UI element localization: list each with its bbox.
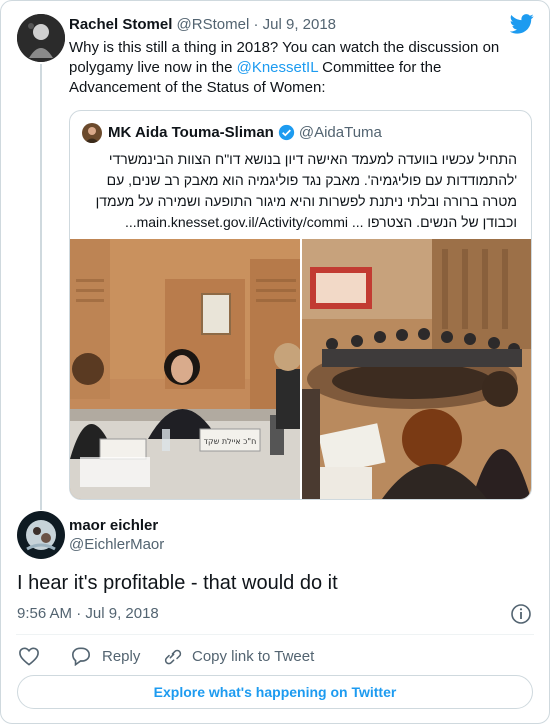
info-icon[interactable] — [510, 603, 532, 625]
separator: · — [253, 16, 259, 33]
twitter-bird-icon[interactable] — [510, 14, 534, 34]
photo-committee-right[interactable] — [302, 239, 531, 499]
quoted-header: MK Aida Touma-Sliman @AidaTuma — [108, 124, 382, 141]
quoted-author-handle[interactable]: @AidaTuma — [299, 124, 382, 141]
copy-link-button[interactable]: Copy link to Tweet — [162, 646, 314, 666]
tweet-timestamp[interactable]: 9:56 AM · Jul 9, 2018 — [17, 605, 159, 622]
author-handle[interactable]: @RStomel — [177, 16, 250, 33]
retweet-text: Why is this still a thing in 2018? You c… — [69, 39, 500, 96]
quoted-author-name[interactable]: MK Aida Touma-Sliman — [108, 124, 274, 141]
tweet-author: maor eichler @EichlerMaor — [69, 517, 164, 553]
reply-icon — [71, 647, 91, 666]
mention-link[interactable]: @KnessetIL — [237, 59, 318, 76]
avatar-maor-eichler[interactable] — [17, 511, 65, 559]
divider — [16, 634, 534, 635]
like-button[interactable] — [18, 646, 40, 666]
avatar-aida-touma[interactable] — [82, 123, 102, 143]
retweet-header: Rachel Stomel @RStomel · Jul 9, 2018 — [69, 16, 336, 33]
explore-button[interactable]: Explore what's happening on Twitter — [17, 675, 533, 709]
avatar-rachel-stomel[interactable] — [17, 14, 65, 62]
tweet-text: I hear it's profitable - that would do i… — [17, 572, 338, 594]
link-icon — [164, 649, 182, 665]
quoted-line[interactable]: וכבודן של הנשים. הצטרפו ... main.knesset… — [82, 212, 517, 233]
author-name[interactable]: Rachel Stomel — [69, 16, 172, 33]
nameplate: ח"כ איילת שקד — [204, 437, 257, 446]
tweet-date[interactable]: Jul 9, 2018 — [263, 16, 336, 33]
heart-icon — [19, 647, 39, 666]
quoted-line: מטרה ברורה ובלתי ניתנת לפשרות והיא מיגור… — [95, 193, 517, 209]
thread-connector — [40, 64, 42, 510]
reply-button[interactable]: Reply — [70, 646, 140, 666]
tweet-author-name[interactable]: maor eichler — [69, 517, 164, 534]
tweet-author-handle[interactable]: @EichlerMaor — [69, 536, 164, 553]
photo-committee-left[interactable]: ח"כ איילת שקד — [70, 239, 300, 499]
quoted-line: התחיל עכשיו בוועדה למעמד האישה דיון בנוש… — [108, 151, 517, 167]
quoted-text: התחיל עכשיו בוועדה למעמד האישה דיון בנוש… — [82, 149, 517, 233]
quoted-line: 'להתמודדות עם פוליגמיה'. מאבק נגד פוליגמ… — [106, 172, 517, 188]
quoted-tweet[interactable]: MK Aida Touma-Sliman @AidaTuma התחיל עכש… — [69, 110, 532, 500]
verified-badge-icon — [278, 124, 294, 141]
